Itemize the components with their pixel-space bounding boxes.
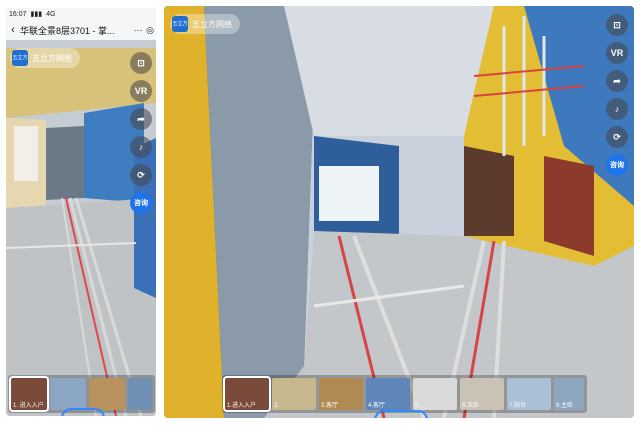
- wide-panorama-view[interactable]: 五立方 五立方网络 ⊡ VR ➦ ♪ ⟳ 咨询 1.进入入户 2. 3.客厅 4…: [164, 6, 634, 418]
- location-arc: [374, 410, 428, 418]
- brand-logo: 五立方: [172, 16, 188, 32]
- music-icon: ♪: [138, 142, 144, 152]
- scene-thumb-label: 6.次卧: [462, 403, 480, 409]
- scene-thumb[interactable]: 1.进入入户: [223, 376, 271, 412]
- vr-button[interactable]: VR: [606, 42, 628, 64]
- scene-thumb-label: 7.阳台: [509, 403, 527, 409]
- gyro-icon: ⟳: [137, 169, 145, 180]
- more-icon[interactable]: ···: [132, 25, 144, 35]
- share-icon: ➦: [613, 75, 621, 86]
- brand-badge[interactable]: 五立方 五立方网络: [10, 48, 80, 68]
- share-icon: ➦: [137, 113, 145, 124]
- consult-button[interactable]: 咨询: [606, 154, 628, 176]
- frame-button[interactable]: ⊡: [606, 14, 628, 36]
- scene-thumb-label: 3.客厅: [321, 403, 339, 409]
- scene-thumb[interactable]: [128, 378, 152, 410]
- frame-button[interactable]: ⊡: [130, 52, 152, 74]
- scene-thumb[interactable]: 5.: [413, 378, 457, 410]
- scene-thumb[interactable]: 2.: [272, 378, 316, 410]
- scene-thumb-label: 5.: [415, 403, 421, 409]
- vr-label: VR: [134, 86, 148, 96]
- consult-label: 咨询: [134, 200, 148, 207]
- music-button[interactable]: ♪: [130, 136, 152, 158]
- scene-thumb[interactable]: 1. 进入入户: [9, 376, 49, 412]
- scene-thumb-label: 4.客厅: [368, 403, 386, 409]
- vr-label: VR: [610, 48, 624, 58]
- back-arrow-icon[interactable]: ‹: [6, 24, 20, 36]
- scene-thumb-label: 8.主卧: [556, 403, 574, 409]
- status-time: 16:07: [9, 10, 27, 18]
- wide-scene-strip: 1.进入入户 2. 3.客厅 4.客厅 5. 6.次卧 7.阳台 8.主卧: [222, 375, 587, 413]
- brand-name: 五立方网络: [192, 19, 232, 29]
- scene-thumb-label: 1.进入入户: [227, 403, 257, 409]
- music-button[interactable]: ♪: [606, 98, 628, 120]
- share-button[interactable]: ➦: [130, 108, 152, 130]
- brand-badge[interactable]: 五立方 五立方网络: [170, 14, 240, 34]
- scene-thumb[interactable]: 6.次卧: [460, 378, 504, 410]
- scene-thumb[interactable]: 3.客厅: [319, 378, 363, 410]
- wide-side-toolbar: ⊡ VR ➦ ♪ ⟳ 咨询: [606, 14, 628, 176]
- frame-icon: ⊡: [613, 19, 621, 30]
- mini-program-titlebar: ‹ 华联全景8层3701 - 掌... ··· ◎: [6, 20, 156, 40]
- scene-thumb[interactable]: 8.主卧: [554, 378, 584, 410]
- brand-name: 五立方网络: [32, 53, 72, 63]
- consult-label: 咨询: [610, 162, 624, 169]
- signal-type: 4G: [46, 10, 56, 18]
- brand-logo: 五立方: [12, 50, 28, 66]
- page-title: 华联全景8层3701 - 掌...: [20, 25, 115, 36]
- vr-button[interactable]: VR: [130, 80, 152, 102]
- gyro-icon: ⟳: [613, 131, 621, 142]
- capsule-close-icon[interactable]: ◎: [144, 25, 156, 36]
- location-arc: [61, 408, 105, 416]
- scene-thumb[interactable]: [50, 378, 86, 410]
- share-button[interactable]: ➦: [606, 70, 628, 92]
- scene-thumb[interactable]: 4.客厅: [366, 378, 410, 410]
- phone-side-toolbar: ⊡ VR ➦ ♪ ⟳ 咨询: [130, 52, 152, 214]
- gyro-button[interactable]: ⟳: [606, 126, 628, 148]
- signal-icon: ▮▮▮: [30, 11, 43, 18]
- music-icon: ♪: [614, 104, 620, 114]
- consult-button[interactable]: 咨询: [130, 192, 152, 214]
- gyro-button[interactable]: ⟳: [130, 164, 152, 186]
- phone-panorama-view[interactable]: 16:07 ▮▮▮ 4G ‹ 华联全景8层3701 - 掌... ··· ◎ 五…: [6, 8, 156, 416]
- scene-thumb[interactable]: [89, 378, 125, 410]
- frame-icon: ⊡: [137, 57, 145, 68]
- scene-thumb[interactable]: 7.阳台: [507, 378, 551, 410]
- status-bar: 16:07 ▮▮▮ 4G: [6, 8, 156, 20]
- scene-thumb-label: 2.: [274, 403, 280, 409]
- panorama-scene[interactable]: [164, 6, 634, 418]
- scene-thumb-label: 1. 进入入户: [13, 403, 44, 409]
